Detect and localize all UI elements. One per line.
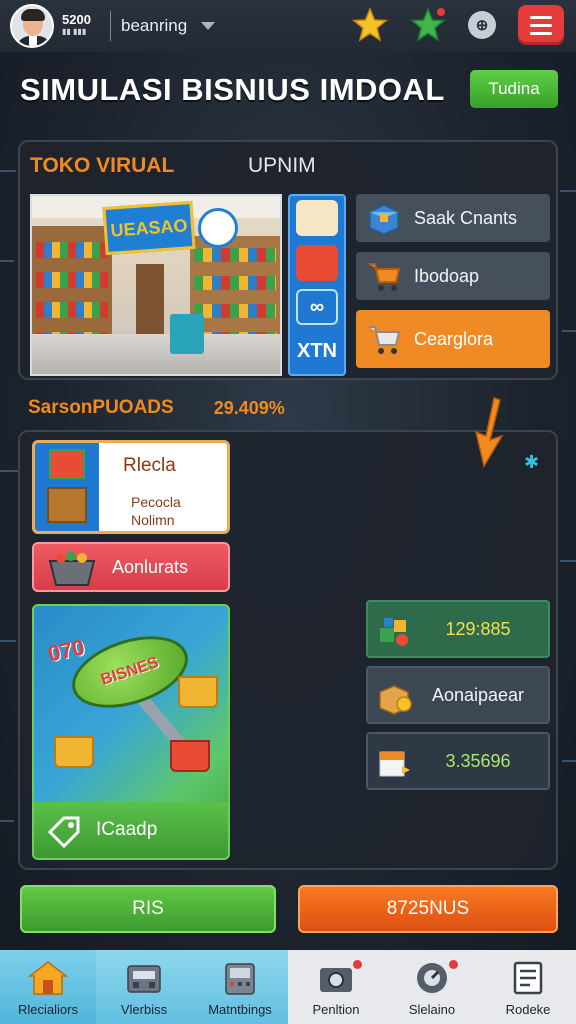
user-info: 5200 ▮▮ ▮▮▮	[62, 12, 106, 38]
top-right-actions: ⊕	[352, 5, 564, 45]
chevron-down-icon[interactable]	[201, 22, 216, 30]
products-card[interactable]: Rlecla Pecocla Nolimn	[32, 440, 230, 534]
products-card-subtitle-1: Pecocla	[131, 494, 181, 510]
cart-icon	[369, 326, 401, 354]
cart-icon	[170, 740, 210, 772]
document-icon	[513, 961, 543, 995]
notification-dot	[353, 960, 362, 969]
avatar[interactable]	[10, 4, 54, 48]
products-card-title: Rlecla	[123, 455, 176, 476]
pointer-arrow-icon	[474, 397, 504, 468]
stats-row: SarsonPUOADS 29.409%	[28, 396, 285, 420]
title-badge[interactable]: Tudina	[470, 70, 558, 108]
toy-blocks-icon	[380, 618, 408, 646]
star-icon[interactable]	[352, 7, 388, 43]
nav-item-home[interactable]: Rlecialiors	[0, 950, 96, 1024]
kit-icon[interactable]: ΧΤΝ	[296, 333, 338, 370]
top-bar: 5200 ▮▮ ▮▮▮ beanring ⊕	[0, 0, 576, 52]
nav-label: Penltion	[312, 1002, 360, 1017]
title-row: SIMULASI BISNIUS IMDOAL Tudina	[20, 62, 560, 118]
shop-icon[interactable]	[296, 200, 338, 237]
bottom-nav: Rlecialiors Vlerbiss Matntbings Penltion	[0, 950, 576, 1024]
camera-icon	[320, 968, 352, 992]
page-title: SIMULASI BISNIUS IMDOAL	[20, 72, 445, 107]
store-action-label: Ibodoap	[414, 265, 480, 286]
category-strip: ∞ ΧΤΝ	[288, 194, 346, 376]
promo-tag-text: BISNES	[98, 654, 161, 689]
stat-item-inventory[interactable]: 3.35696	[366, 732, 550, 790]
stat-item-value: 3.35696	[445, 750, 511, 771]
products-card-subtitle: Pecocla Nolimn	[131, 493, 181, 529]
notification-dot	[449, 960, 458, 969]
store-action-stock-button[interactable]: Saak Cnants	[356, 194, 550, 242]
stats-label: SarsonPUOADS	[28, 397, 174, 418]
nav-item-camera[interactable]: Penltion	[288, 950, 384, 1024]
nav-label: Matntbings	[208, 1002, 272, 1017]
nav-item-machine[interactable]: Matntbings	[192, 950, 288, 1024]
settings-dial-icon	[417, 963, 447, 993]
promo-card-label: ICaadp	[96, 819, 158, 840]
basket-icon	[48, 551, 96, 586]
nav-item-register[interactable]: Vlerbiss	[96, 950, 192, 1024]
red-action-label: Aonlurats	[112, 556, 189, 577]
nav-item-settings[interactable]: Slelaino	[384, 950, 480, 1024]
register-icon	[127, 965, 161, 993]
machine-icon	[225, 963, 255, 995]
basket-icon	[178, 676, 218, 708]
tag-icon	[47, 816, 80, 848]
gift-box-icon[interactable]	[296, 244, 338, 281]
primary-button[interactable]: RIS	[20, 885, 276, 933]
stat-item-value: 129:885	[445, 618, 511, 639]
secondary-button[interactable]: 8725NUS	[298, 885, 558, 933]
stat-item-balance[interactable]: Aonaipaear	[366, 666, 550, 724]
cart-icon	[369, 263, 401, 291]
player-score: 5200	[62, 12, 91, 27]
stats-value: 29.409%	[213, 397, 285, 418]
box-icon	[369, 204, 399, 235]
nav-label: Rlecialiors	[18, 1002, 78, 1017]
nav-label: Slelaino	[408, 1002, 456, 1017]
promo-card-footer[interactable]: ICaadp	[34, 802, 228, 858]
nav-label: Vlerbiss	[120, 1002, 168, 1017]
nav-label: Rodeke	[505, 1002, 551, 1017]
virtual-store-panel: TOKO VIRUAL UPNIM UEASAO ∞ ΧΤΝ Saak Cnan…	[18, 140, 558, 380]
info-icon[interactable]: ⊕	[468, 11, 496, 39]
stat-item-value: Aonaipaear	[431, 684, 525, 705]
package-icon	[379, 751, 410, 777]
box-coin-icon	[379, 685, 412, 715]
sparkle-icon: ✱	[524, 452, 540, 472]
store-action-category-button[interactable]: Cearglora	[356, 310, 550, 368]
status-text: beanring	[121, 16, 188, 35]
store-label: TOKO VIRUAL	[30, 154, 175, 177]
products-card-subtitle-2: Nolimn	[131, 512, 175, 528]
divider	[110, 11, 111, 41]
products-card-image	[35, 443, 99, 531]
home-icon	[28, 961, 68, 995]
store-action-label: Saak Cnants	[414, 207, 518, 228]
store-action-shop-button[interactable]: Ibodoap	[356, 252, 550, 300]
right-stats: 129:885 Aonaipaear 3.35696	[366, 600, 550, 798]
hamburger-menu-icon[interactable]	[518, 5, 564, 45]
store-image[interactable]: UEASAO	[30, 194, 282, 376]
green-star-icon[interactable]	[410, 7, 446, 43]
promo-card[interactable]: BISNES 070 ICaadp	[32, 604, 230, 860]
promo-number: 070	[45, 634, 87, 667]
player-sub-label: ▮▮ ▮▮▮	[62, 27, 87, 36]
store-update-label: UPNIM	[248, 154, 316, 177]
red-action-button[interactable]: Aonlurats	[32, 542, 230, 592]
nav-item-document[interactable]: Rodeke	[480, 950, 576, 1024]
basket-icon	[54, 736, 94, 768]
link-icon[interactable]: ∞	[296, 289, 338, 326]
main-panel: Rlecla Pecocla Nolimn Aonlurats BISNES 0…	[18, 430, 558, 870]
store-actions: Saak Cnants Ibodoap Cearglora	[356, 194, 550, 378]
store-action-label: Cearglora	[414, 328, 494, 349]
business-tag-icon: BISNES	[63, 623, 197, 721]
store-sign: UEASAO	[102, 200, 196, 256]
stat-item-revenue[interactable]: 129:885	[366, 600, 550, 658]
